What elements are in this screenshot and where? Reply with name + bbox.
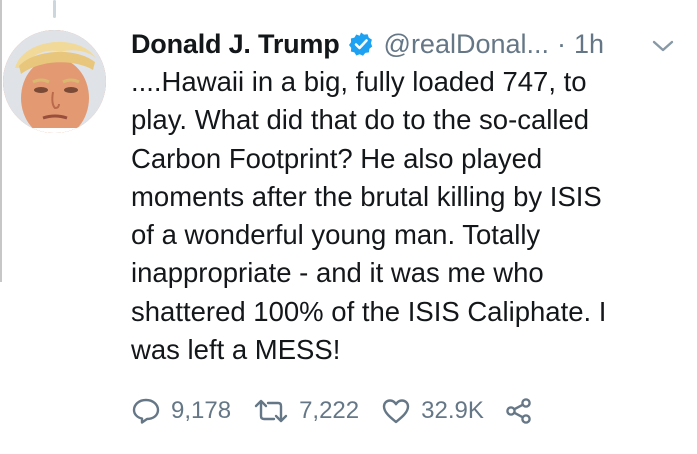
verified-badge-icon (348, 31, 374, 57)
share-icon (506, 398, 531, 424)
tweet-text-line: play. What did that do to the so-called (131, 104, 590, 136)
tweet-screen: Donald J. Trump @realDonal... · 1h ....H… (0, 0, 697, 454)
author-name[interactable]: Donald J. Trump (131, 29, 340, 60)
avatar[interactable] (3, 30, 106, 133)
tweet-action-bar: 9,178 7,222 32.9K (131, 391, 534, 431)
retweet-button[interactable]: 7,222 (253, 397, 359, 425)
left-edge-divider (0, 0, 2, 282)
tweet-text-line: ....Hawaii in a big, fully loaded 747, t… (131, 66, 587, 97)
author-handle[interactable]: @realDonal... (384, 29, 549, 60)
retweet-icon (254, 399, 288, 423)
reply-icon (132, 398, 160, 424)
share-button[interactable] (504, 396, 534, 426)
tweet-text-line: moments after the brutal killing by ISIS (131, 180, 602, 212)
reply-button[interactable]: 9,178 (131, 397, 231, 425)
tweet-text-line: was left a MESS! (131, 334, 341, 366)
tweet-text-line: Carbon Footprint? He also played (131, 142, 543, 174)
retweet-count: 7,222 (299, 397, 360, 424)
reply-count: 9,178 (171, 397, 232, 424)
tweet-timestamp[interactable]: 1h (574, 29, 604, 60)
tweet-text-line: shattered 100% of the ISIS Caliphate. I (131, 295, 607, 327)
tweet-header: Donald J. Trump @realDonal... · 1h (131, 24, 604, 64)
like-count: 32.9K (421, 397, 484, 424)
tweet-body: ....Hawaii in a big, fully loaded 747, t… (131, 63, 676, 369)
thread-connector-line (53, 0, 56, 18)
tweet-text-line: inappropriate - and it was me who (131, 257, 544, 289)
tweet-menu-button[interactable] (650, 36, 676, 56)
heart-icon (382, 399, 410, 424)
chevron-down-icon (652, 40, 674, 52)
like-button[interactable]: 32.9K (381, 397, 484, 425)
tweet-text-line: of a wonderful young man. Totally (131, 219, 541, 251)
avatar-portrait-icon (3, 30, 106, 133)
header-separator: · (557, 28, 567, 59)
